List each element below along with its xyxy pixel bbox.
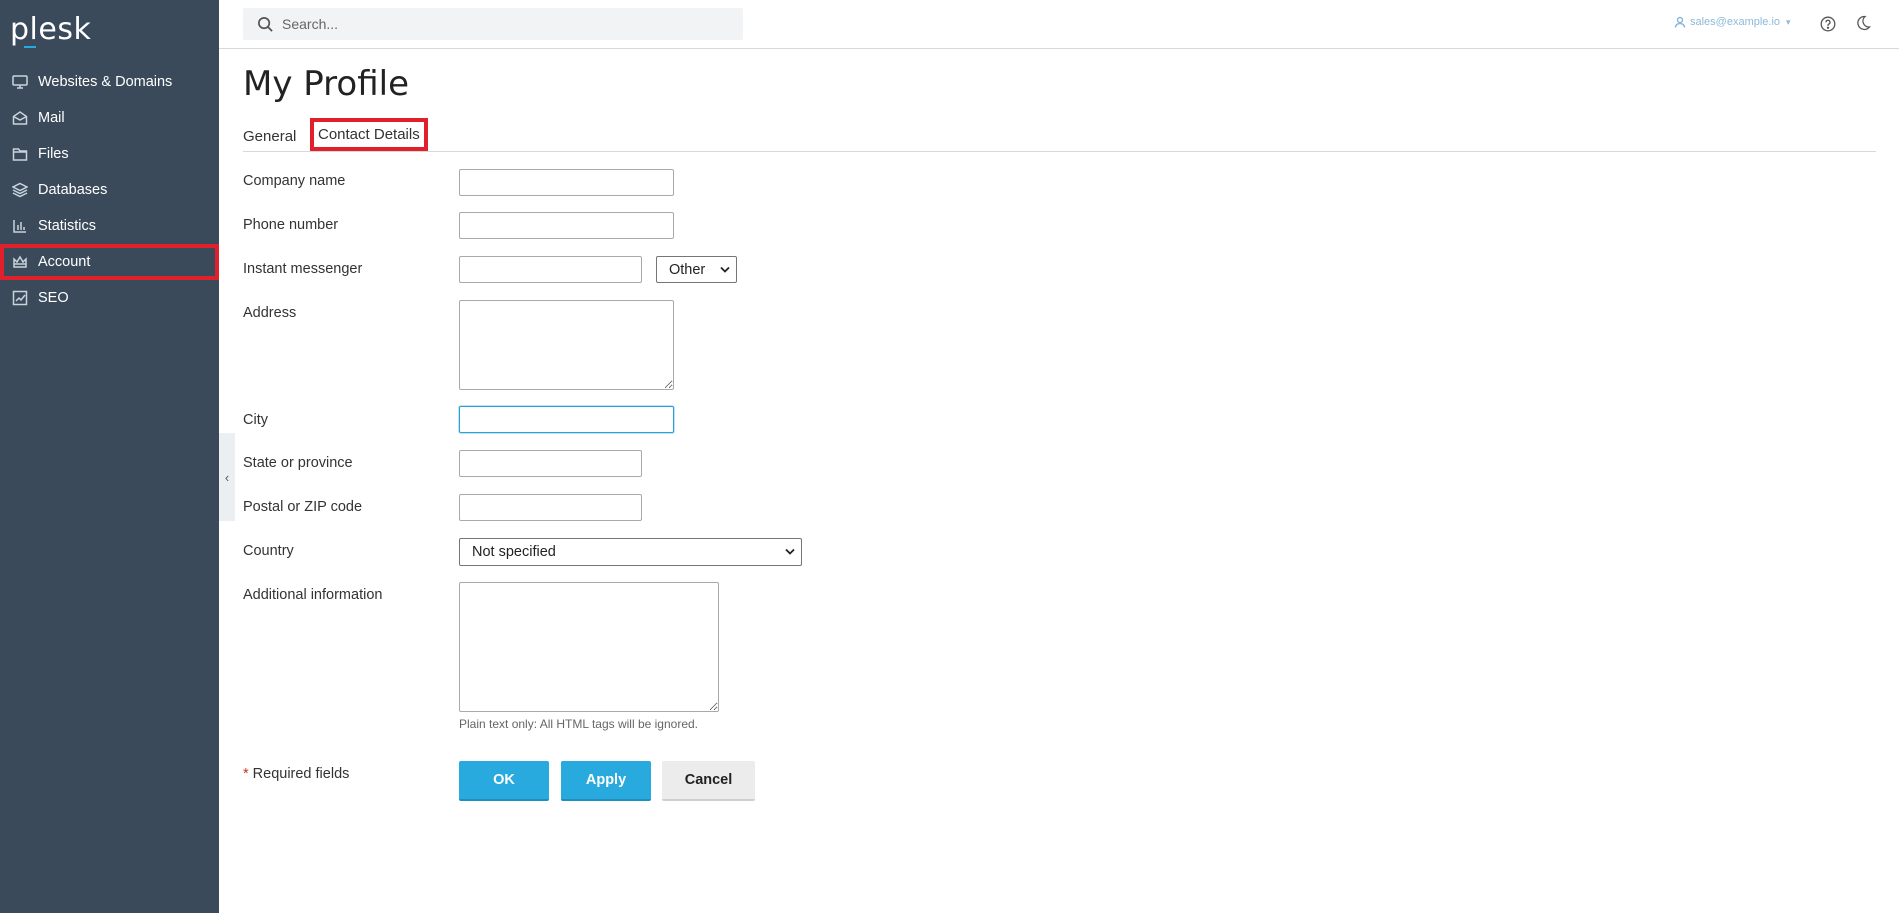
search-icon — [258, 16, 273, 32]
address-label: Address — [243, 305, 297, 321]
sidebar-item-label: Statistics — [38, 218, 97, 234]
search-box — [243, 8, 743, 40]
ok-button[interactable]: OK — [459, 761, 549, 801]
company-name-label: Company name — [243, 173, 346, 189]
company-name-input[interactable] — [459, 169, 674, 196]
tab-bar: General Contact Details — [243, 118, 1876, 152]
plesk-logo[interactable]: plesk — [10, 12, 91, 47]
cancel-button[interactable]: Cancel — [662, 761, 755, 801]
city-input[interactable] — [459, 406, 674, 433]
required-star: * — [243, 766, 249, 782]
sidebar-collapse-toggle[interactable]: ‹ — [219, 433, 235, 521]
sidebar-item-files[interactable]: Files — [0, 136, 219, 172]
top-bar: sales@example.io ▾ — [219, 0, 1899, 49]
sidebar-item-websites-domains[interactable]: Websites & Domains — [0, 64, 219, 100]
sidebar-item-label: Account — [38, 254, 91, 270]
messenger-type-value: Other — [669, 261, 706, 278]
sidebar-item-label: SEO — [38, 290, 69, 306]
required-fields-label: Required fields — [252, 766, 350, 782]
country-select[interactable]: Not specified — [459, 538, 802, 566]
country-label: Country — [243, 543, 294, 559]
envelope-icon — [12, 111, 28, 125]
layers-icon — [12, 182, 28, 198]
additional-info-textarea[interactable] — [459, 582, 719, 712]
sidebar-item-label: Mail — [38, 110, 65, 126]
required-fields-note: * Required fields — [243, 766, 349, 782]
instant-messenger-label: Instant messenger — [243, 261, 363, 277]
sidebar-item-label: Files — [38, 146, 69, 162]
state-province-label: State or province — [243, 455, 353, 471]
chevron-down-icon — [785, 548, 795, 555]
sidebar-item-seo[interactable]: SEO — [0, 280, 219, 316]
folder-icon — [12, 148, 28, 161]
sidebar-item-label: Websites & Domains — [38, 74, 173, 90]
moon-icon[interactable] — [1855, 15, 1871, 31]
phone-number-input[interactable] — [459, 212, 674, 239]
messenger-type-select[interactable]: Other — [656, 256, 737, 283]
country-value: Not specified — [472, 544, 556, 560]
additional-info-label: Additional information — [243, 587, 383, 603]
tab-contact-details[interactable]: Contact Details — [310, 118, 428, 151]
user-menu[interactable]: sales@example.io ▾ — [1674, 16, 1791, 28]
page-title: My Profile — [243, 64, 409, 104]
trend-chart-icon — [12, 290, 28, 306]
user-label: sales@example.io — [1690, 16, 1781, 28]
logo-accent — [24, 46, 36, 48]
additional-info-hint: Plain text only: All HTML tags will be i… — [459, 717, 698, 731]
state-province-input[interactable] — [459, 450, 642, 477]
sidebar-item-statistics[interactable]: Statistics — [0, 208, 219, 244]
crown-icon — [13, 255, 27, 268]
postal-code-label: Postal or ZIP code — [243, 499, 363, 515]
city-label: City — [243, 412, 268, 428]
help-icon[interactable] — [1820, 16, 1836, 32]
apply-button[interactable]: Apply — [561, 761, 651, 801]
sidebar-nav: Websites & Domains Mail Files Databases … — [0, 64, 219, 316]
chevron-down-icon: ▾ — [1786, 16, 1791, 27]
phone-number-label: Phone number — [243, 217, 339, 233]
sidebar: plesk Websites & Domains Mail Files Data… — [0, 0, 219, 913]
tab-general[interactable]: General — [243, 120, 296, 152]
sidebar-item-label: Databases — [38, 182, 108, 198]
user-icon — [1674, 16, 1686, 28]
instant-messenger-input[interactable] — [459, 256, 642, 283]
bar-chart-icon — [13, 220, 26, 233]
chevron-down-icon — [720, 266, 730, 273]
chevron-left-icon: ‹ — [224, 469, 230, 485]
sidebar-item-mail[interactable]: Mail — [0, 100, 219, 136]
monitor-icon — [12, 75, 28, 89]
address-textarea[interactable] — [459, 300, 674, 390]
postal-code-input[interactable] — [459, 494, 642, 521]
sidebar-item-databases[interactable]: Databases — [0, 172, 219, 208]
search-input[interactable] — [282, 16, 722, 32]
sidebar-item-account[interactable]: Account — [0, 244, 219, 280]
